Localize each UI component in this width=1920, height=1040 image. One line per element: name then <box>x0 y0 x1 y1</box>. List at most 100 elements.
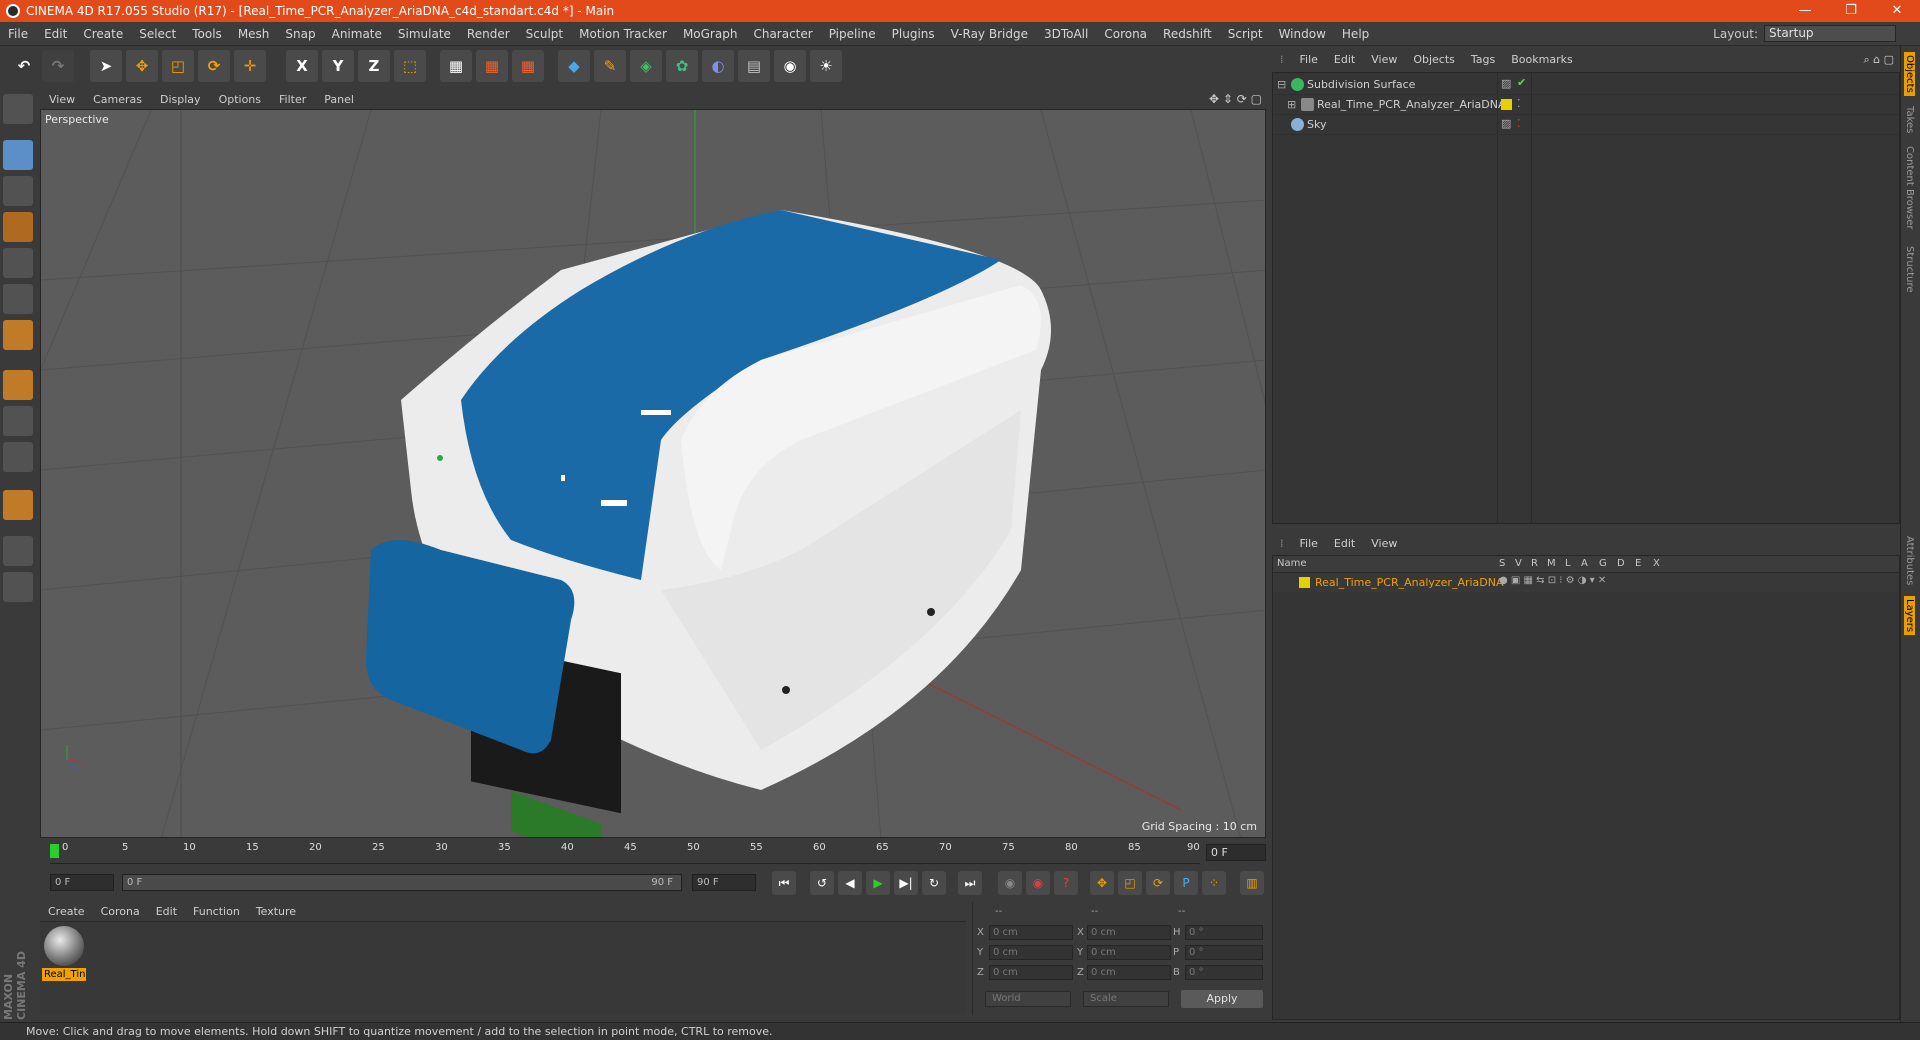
frame-range-slider[interactable]: 0 F 90 F <box>122 874 682 891</box>
close-button[interactable]: ✕ <box>1874 0 1920 22</box>
play-icon[interactable]: ▶ <box>866 871 890 895</box>
viewport-navigation-icons[interactable]: ✥ ⇕ ⟳ ▢ <box>1209 92 1262 106</box>
menu-vray-bridge[interactable]: V-Ray Bridge <box>943 27 1036 41</box>
key-scale-icon[interactable]: ◰ <box>1118 871 1142 895</box>
spline-pen-icon[interactable]: ✎ <box>594 50 626 82</box>
tab-objects[interactable]: Objects <box>1904 52 1915 96</box>
render-picture-viewer-icon[interactable]: ▦ <box>476 50 508 82</box>
column-expressions[interactable]: E <box>1635 558 1641 569</box>
menu-character[interactable]: Character <box>745 27 820 41</box>
material-menu-create[interactable]: Create <box>40 905 93 918</box>
layer-tag-icon[interactable]: ▨ <box>1501 77 1511 90</box>
size-x-field[interactable]: 0 cm <box>1087 925 1171 940</box>
undo-icon[interactable]: ↶ <box>8 50 40 82</box>
keyframe-selection-icon[interactable]: ? <box>1054 871 1078 895</box>
position-z-field[interactable]: 0 cm <box>989 965 1073 980</box>
autokey-icon[interactable]: ◉ <box>1026 871 1050 895</box>
menu-pipeline[interactable]: Pipeline <box>821 27 884 41</box>
redo-icon[interactable]: ↷ <box>42 50 74 82</box>
material-menu-function[interactable]: Function <box>185 905 248 918</box>
end-frame-field[interactable]: 90 F <box>692 874 756 891</box>
next-key-icon[interactable]: ↻ <box>922 871 946 895</box>
menu-render[interactable]: Render <box>459 27 518 41</box>
column-render[interactable]: R <box>1531 558 1538 569</box>
make-editable-icon[interactable] <box>3 94 33 124</box>
object-row-sky[interactable]: Sky ▨ ⁚ <box>1273 115 1899 135</box>
expand-icon[interactable]: ⊞ <box>1287 98 1296 111</box>
tab-layers[interactable]: Layers <box>1904 596 1915 636</box>
expand-icon[interactable]: ⊟ <box>1277 78 1286 91</box>
maximize-button[interactable]: ❐ <box>1828 0 1874 22</box>
rotation-b-field[interactable]: 0 ° <box>1185 965 1263 980</box>
column-xref[interactable]: X <box>1653 558 1660 569</box>
material-thumbnail[interactable]: Real_Tin <box>42 926 86 984</box>
column-animation[interactable]: A <box>1581 558 1588 569</box>
object-menu-edit[interactable]: Edit <box>1326 53 1363 66</box>
menu-create[interactable]: Create <box>75 27 131 41</box>
x-axis-lock-button[interactable]: X <box>286 50 318 82</box>
current-frame-field[interactable]: 0 F <box>1206 844 1266 861</box>
enabled-check-icon[interactable]: ✔ <box>1517 76 1526 89</box>
object-manager-search-icon[interactable]: ⌕ ⌂ ▢ <box>1863 53 1894 67</box>
visibility-dots-icon[interactable]: ⁚ <box>1517 97 1521 110</box>
tab-attributes[interactable]: Attributes <box>1904 536 1915 585</box>
menu-redshift[interactable]: Redshift <box>1155 27 1220 41</box>
column-generators[interactable]: G <box>1599 558 1607 569</box>
apply-button[interactable]: Apply <box>1181 990 1263 1008</box>
menu-mesh[interactable]: Mesh <box>230 27 278 41</box>
previous-key-icon[interactable]: ↺ <box>810 871 834 895</box>
timeline-window-icon[interactable]: ▥ <box>1240 871 1264 895</box>
go-to-end-icon[interactable]: ⏭ <box>958 871 982 895</box>
layer-toggle-icons[interactable]: ● ▣ ▦ ⇆ ⊡ ⁝ ⚙ ◑ ▾ ✕ <box>1499 575 1606 586</box>
z-axis-lock-button[interactable]: Z <box>358 50 390 82</box>
viewport-menu-cameras[interactable]: Cameras <box>84 93 151 106</box>
tab-structure[interactable]: Structure <box>1904 246 1915 293</box>
menu-file[interactable]: File <box>0 27 36 41</box>
record-keys-icon[interactable]: ◉ <box>998 871 1022 895</box>
layer-color-swatch[interactable] <box>1501 99 1512 110</box>
column-view[interactable]: V <box>1515 558 1522 569</box>
material-menu-edit[interactable]: Edit <box>148 905 185 918</box>
key-rotation-icon[interactable]: ⟳ <box>1146 871 1170 895</box>
viewport-menu-display[interactable]: Display <box>151 93 210 106</box>
layer-menu-edit[interactable]: Edit <box>1326 537 1363 550</box>
selection-tool-icon[interactable]: ➤ <box>90 50 122 82</box>
position-y-field[interactable]: 0 cm <box>989 945 1073 960</box>
y-axis-lock-button[interactable]: Y <box>322 50 354 82</box>
layer-color-swatch[interactable] <box>1299 577 1310 588</box>
rotate-tool-icon[interactable]: ⟳ <box>198 50 230 82</box>
world-dropdown[interactable]: World <box>985 991 1071 1007</box>
column-name[interactable]: Name <box>1277 558 1307 569</box>
model-mode-icon[interactable] <box>3 140 33 170</box>
subdivision-surface-icon[interactable]: ◈ <box>630 50 662 82</box>
playhead-marker[interactable] <box>50 844 59 858</box>
points-mode-icon[interactable] <box>3 248 33 278</box>
material-manager-area[interactable]: Real_Tin <box>40 921 966 1015</box>
layer-name[interactable]: Real_Time_PCR_Analyzer_AriaDNA <box>1315 576 1504 589</box>
workplane-mode-icon[interactable] <box>3 212 33 242</box>
tab-content-browser[interactable]: Content Browser <box>1904 146 1915 229</box>
menu-3dtoall[interactable]: 3DToAll <box>1036 27 1096 41</box>
menu-motion-tracker[interactable]: Motion Tracker <box>571 27 675 41</box>
object-menu-bookmarks[interactable]: Bookmarks <box>1503 53 1580 66</box>
menu-help[interactable]: Help <box>1334 27 1377 41</box>
menu-corona[interactable]: Corona <box>1096 27 1155 41</box>
previous-frame-icon[interactable]: ◀ <box>838 871 862 895</box>
viewport-menu-filter[interactable]: Filter <box>270 93 315 106</box>
texture-mode-icon[interactable] <box>3 176 33 206</box>
menu-mograph[interactable]: MoGraph <box>675 27 746 41</box>
object-menu-tags[interactable]: Tags <box>1463 53 1503 66</box>
viewport-menu-options[interactable]: Options <box>210 93 270 106</box>
rotation-p-field[interactable]: 0 ° <box>1185 945 1263 960</box>
object-menu-file[interactable]: File <box>1292 53 1326 66</box>
start-frame-field[interactable]: 0 F <box>50 874 114 891</box>
key-parameter-icon[interactable]: P <box>1174 871 1198 895</box>
object-menu-objects[interactable]: Objects <box>1405 53 1463 66</box>
layer-menu-file[interactable]: File <box>1292 537 1326 550</box>
menu-simulate[interactable]: Simulate <box>390 27 459 41</box>
snap-icon[interactable] <box>3 442 33 472</box>
perspective-viewport[interactable]: Perspective Grid Spacing : 10 cm <box>40 109 1266 838</box>
workplane-lock-icon[interactable] <box>3 536 33 566</box>
light-icon[interactable]: ☀ <box>810 50 842 82</box>
column-locked[interactable]: L <box>1565 558 1571 569</box>
